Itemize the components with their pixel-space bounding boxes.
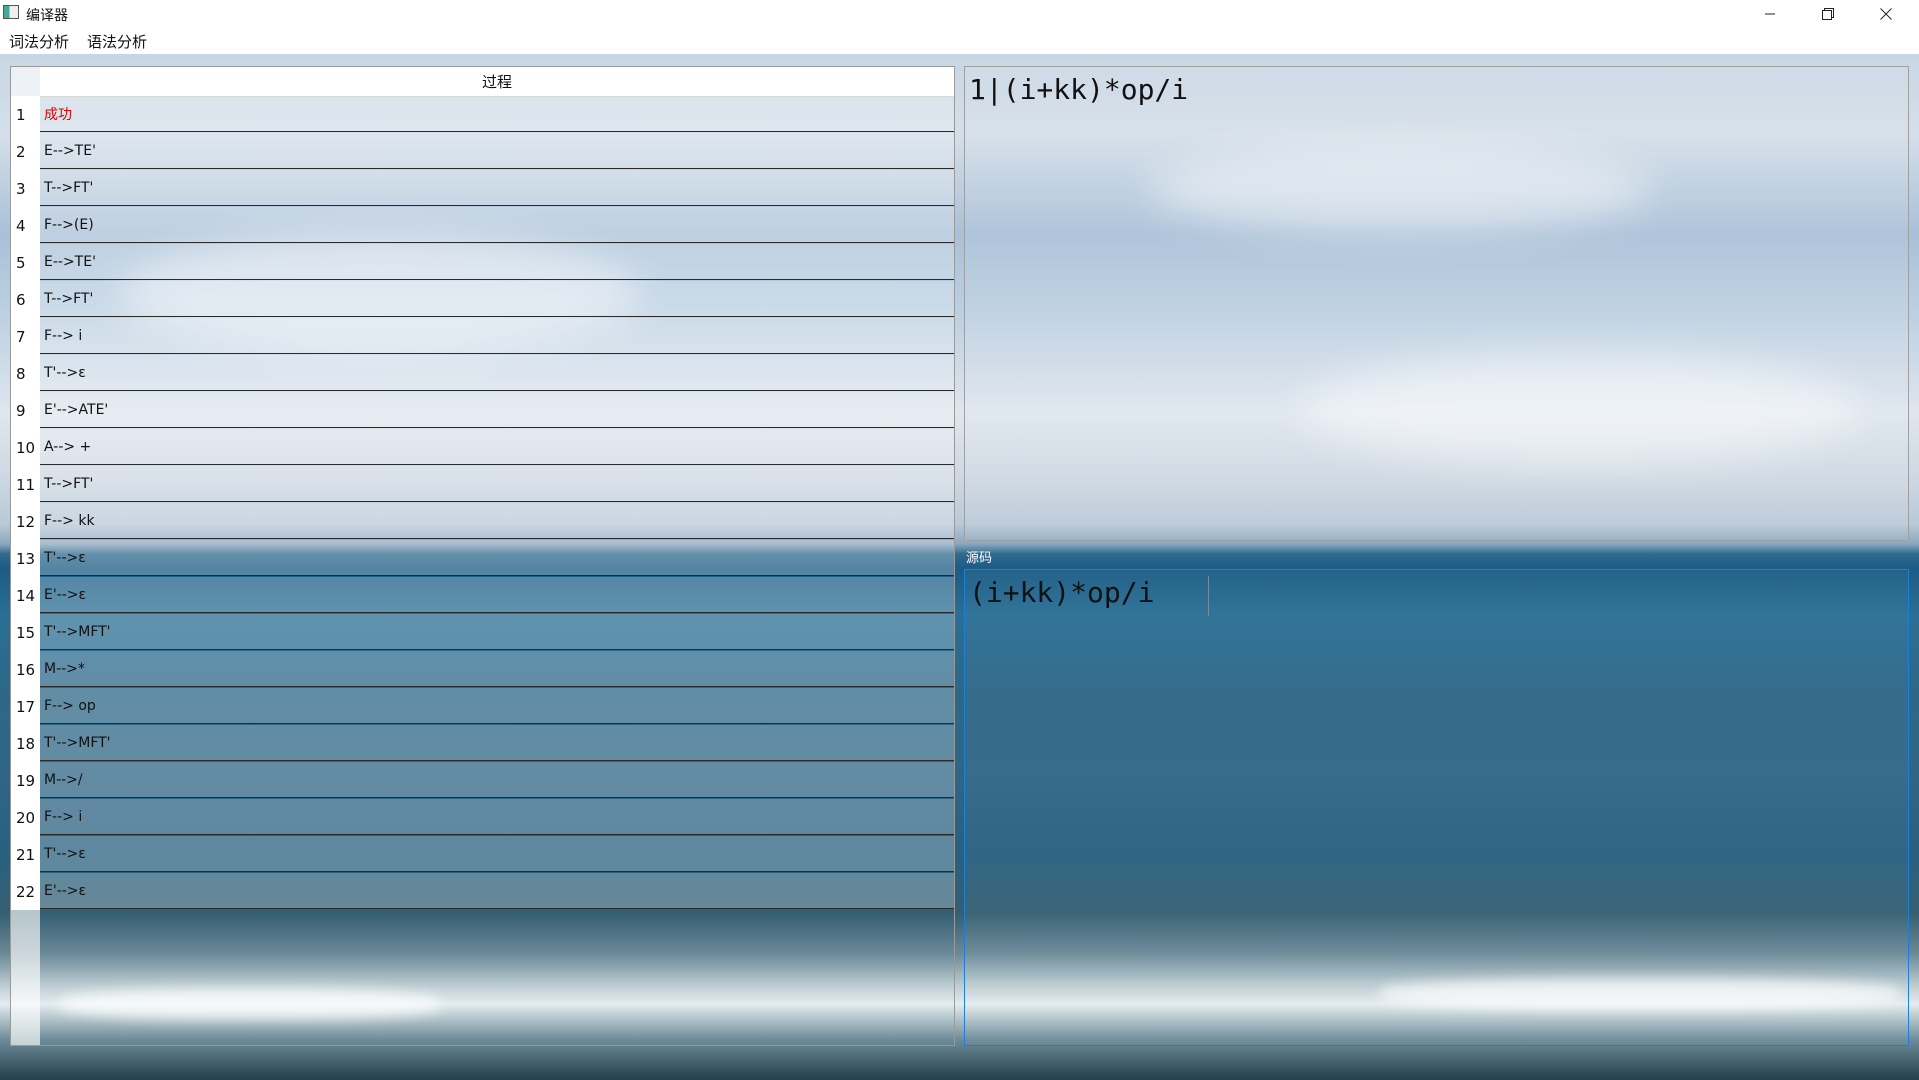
production-cell[interactable]: E'-->ATE' — [40, 392, 954, 428]
row-number[interactable]: 15 — [11, 614, 40, 651]
production-cell[interactable]: F--> op — [40, 688, 954, 724]
text-caret — [1208, 576, 1209, 616]
close-button[interactable] — [1857, 0, 1915, 28]
row-number[interactable]: 13 — [11, 540, 40, 577]
table-row[interactable]: 17 F--> op — [11, 688, 954, 725]
minimize-icon — [1765, 13, 1775, 15]
table-row[interactable]: 15 T'-->MFT' — [11, 614, 954, 651]
table-row[interactable]: 10 A--> + — [11, 429, 954, 466]
menu-bar: 词法分析 语法分析 — [0, 28, 1919, 54]
table-row[interactable]: 3 T-->FT' — [11, 170, 954, 207]
table-row[interactable]: 21 T'-->ε — [11, 836, 954, 873]
row-number[interactable]: 11 — [11, 466, 40, 503]
process-table[interactable]: 过程 1 成功 2 E-->TE' 3 T-->FT' 4 F-->(E) 5 E-->TE' 6 T… — [10, 66, 955, 1046]
production-cell[interactable]: A--> + — [40, 429, 954, 465]
production-cell[interactable]: E-->TE' — [40, 244, 954, 280]
table-row[interactable]: 8 T'-->ε — [11, 355, 954, 392]
production-cell[interactable]: F-->(E) — [40, 207, 954, 243]
row-number[interactable]: 2 — [11, 133, 40, 170]
restore-icon — [1822, 8, 1834, 20]
production-cell[interactable]: M-->/ — [40, 762, 954, 798]
table-row[interactable]: 18 T'-->MFT' — [11, 725, 954, 762]
production-cell[interactable]: T-->FT' — [40, 170, 954, 206]
window-title: 编译器 — [26, 8, 68, 24]
row-number[interactable]: 4 — [11, 207, 40, 244]
row-number[interactable]: 17 — [11, 688, 40, 725]
column-header-process[interactable]: 过程 — [40, 67, 954, 97]
row-number[interactable]: 9 — [11, 392, 40, 429]
table-row[interactable]: 6 T-->FT' — [11, 281, 954, 318]
source-label: 源码 — [966, 551, 993, 566]
minimize-button[interactable] — [1741, 0, 1799, 28]
row-number[interactable]: 5 — [11, 244, 40, 281]
close-icon — [1880, 8, 1892, 20]
restore-button[interactable] — [1799, 0, 1857, 28]
production-cell[interactable]: T'-->ε — [40, 540, 954, 576]
table-row[interactable]: 2 E-->TE' — [11, 133, 954, 170]
row-number[interactable]: 10 — [11, 429, 40, 466]
menu-lexical-analysis[interactable]: 词法分析 — [0, 31, 78, 52]
table-row[interactable]: 22 E'-->ε — [11, 873, 954, 910]
app-icon — [3, 5, 19, 19]
client-area: 过程 1 成功 2 E-->TE' 3 T-->FT' 4 F-->(E) 5 E-->TE' 6 T… — [0, 54, 1919, 1080]
row-number[interactable]: 8 — [11, 355, 40, 392]
table-row[interactable]: 20 F--> i — [11, 799, 954, 836]
row-number[interactable]: 16 — [11, 651, 40, 688]
production-cell[interactable]: T'-->MFT' — [40, 725, 954, 761]
row-number[interactable]: 12 — [11, 503, 40, 540]
row-number[interactable]: 20 — [11, 799, 40, 836]
table-row[interactable]: 16 M-->* — [11, 651, 954, 688]
production-cell[interactable]: F--> i — [40, 799, 954, 835]
production-cell[interactable]: T-->FT' — [40, 466, 954, 502]
row-number[interactable]: 7 — [11, 318, 40, 355]
table-row[interactable]: 4 F-->(E) — [11, 207, 954, 244]
production-cell[interactable]: T-->FT' — [40, 281, 954, 317]
production-cell[interactable]: E'-->ε — [40, 873, 954, 909]
production-cell[interactable]: T'-->ε — [40, 836, 954, 872]
production-cell[interactable]: F--> kk — [40, 503, 954, 539]
table-row[interactable]: 13 T'-->ε — [11, 540, 954, 577]
row-number[interactable]: 21 — [11, 836, 40, 873]
row-number[interactable]: 1 — [11, 96, 40, 133]
table-row[interactable]: 1 成功 — [11, 96, 954, 133]
table-row[interactable]: 11 T-->FT' — [11, 466, 954, 503]
production-cell[interactable]: E-->TE' — [40, 133, 954, 169]
row-number[interactable]: 22 — [11, 873, 40, 910]
row-number[interactable]: 6 — [11, 281, 40, 318]
table-row[interactable]: 14 E'-->ε — [11, 577, 954, 614]
table-row[interactable]: 19 M-->/ — [11, 762, 954, 799]
production-cell[interactable]: M-->* — [40, 651, 954, 687]
title-bar: 编译器 — [0, 0, 1919, 28]
row-number[interactable]: 14 — [11, 577, 40, 614]
row-number[interactable]: 18 — [11, 725, 40, 762]
production-cell[interactable]: F--> i — [40, 318, 954, 354]
production-cell[interactable]: E'-->ε — [40, 577, 954, 613]
production-cell[interactable]: T'-->MFT' — [40, 614, 954, 650]
production-cell[interactable]: T'-->ε — [40, 355, 954, 391]
table-rows: 1 成功 2 E-->TE' 3 T-->FT' 4 F-->(E) 5 E-->TE' 6 T-->… — [11, 96, 954, 910]
row-number[interactable]: 3 — [11, 170, 40, 207]
source-input[interactable]: (i+kk)*op/i — [964, 569, 1909, 1046]
menu-syntax-analysis[interactable]: 语法分析 — [78, 31, 156, 52]
row-number[interactable]: 19 — [11, 762, 40, 799]
table-row[interactable]: 5 E-->TE' — [11, 244, 954, 281]
source-text: (i+kk)*op/i — [969, 576, 1155, 609]
table-row[interactable]: 9 E'-->ATE' — [11, 392, 954, 429]
table-row[interactable]: 12 F--> kk — [11, 503, 954, 540]
output-textarea[interactable]: 1|(i+kk)*op/i — [964, 66, 1909, 541]
result-cell[interactable]: 成功 — [40, 96, 954, 132]
output-text: 1|(i+kk)*op/i — [969, 73, 1189, 106]
table-row[interactable]: 7 F--> i — [11, 318, 954, 355]
